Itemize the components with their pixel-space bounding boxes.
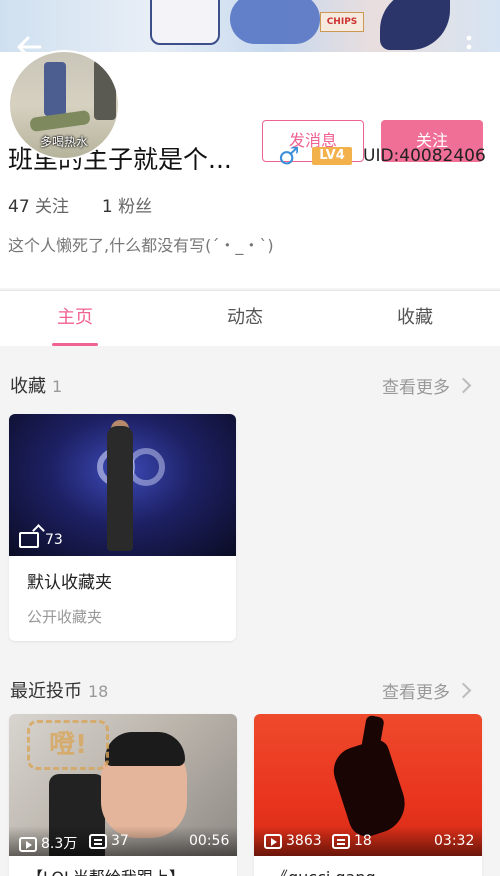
chevron-right-icon xyxy=(455,682,472,699)
video-thumbnail: 噔! 8.3万 37 00:56 xyxy=(9,714,237,856)
fans-label[interactable]: 粉丝 xyxy=(118,197,152,217)
danmaku-count-value: 18 xyxy=(354,833,372,849)
fans-count[interactable]: 1 xyxy=(102,197,113,217)
danmaku-count-value: 37 xyxy=(111,833,129,849)
tab-home[interactable]: 主页 xyxy=(15,291,135,347)
avatar-figure xyxy=(29,109,91,133)
video-thumbnail: 3863 18 03:32 xyxy=(254,714,482,856)
male-gender-icon: ♂ xyxy=(278,142,300,170)
folder-count-value: 73 xyxy=(45,532,63,548)
danmaku-count: 18 xyxy=(332,833,372,849)
favorites-see-more[interactable]: 查看更多 xyxy=(382,373,472,398)
favorites-count: 1 xyxy=(52,377,63,396)
danmaku-count: 37 xyxy=(89,833,129,849)
video-duration: 03:32 xyxy=(434,833,475,849)
recent-coins-title: 最近投币 xyxy=(10,681,82,702)
banner-art xyxy=(380,0,450,50)
play-icon xyxy=(19,836,37,852)
banner-art xyxy=(150,0,220,45)
avatar-caption: 多喝热水 xyxy=(39,135,88,149)
recent-coins-section-title: 最近投币 18 xyxy=(10,677,108,703)
active-tab-indicator xyxy=(52,343,98,346)
thumbnail-art xyxy=(107,426,133,551)
chevron-right-icon xyxy=(455,377,472,394)
bio-text: 这个人懒死了,什么都没有写(´・_・`) xyxy=(8,236,274,255)
avatar[interactable]: 多喝热水 xyxy=(8,50,120,160)
following-label[interactable]: 关注 xyxy=(35,197,69,217)
avatar-figure xyxy=(94,60,116,120)
play-icon xyxy=(264,833,282,849)
header-banner: CHIPS xyxy=(0,0,500,52)
banner-art xyxy=(230,0,320,44)
level-badge: LV4 xyxy=(312,147,352,165)
more-vertical-icon[interactable] xyxy=(460,34,478,62)
following-count[interactable]: 47 xyxy=(8,197,30,217)
see-more-label: 查看更多 xyxy=(382,378,450,398)
tab-dynamics[interactable]: 动态 xyxy=(185,291,305,347)
play-count: 8.3万 xyxy=(19,833,77,853)
video-meta: 3863 18 03:32 xyxy=(254,826,482,856)
banner-art-chips: CHIPS xyxy=(320,12,364,32)
danmaku-icon xyxy=(332,833,350,849)
danmaku-icon xyxy=(89,833,107,849)
favorites-title: 收藏 xyxy=(10,376,46,397)
folder-thumbnail: 73 xyxy=(9,414,236,556)
video-meta: 8.3万 37 00:56 xyxy=(9,826,237,856)
profile-header: 多喝热水 发消息 关注 班里的主子就是个... ♂ LV4 UID:400824… xyxy=(0,50,500,288)
uid-text: UID:40082406 xyxy=(363,146,486,166)
folder-visibility: 公开收藏夹 xyxy=(27,608,103,626)
play-count-value: 3863 xyxy=(286,833,322,849)
video-duration: 00:56 xyxy=(189,833,230,849)
video-title: 【LOL当帮给我跟上】 xyxy=(27,864,227,876)
play-count-value: 8.3万 xyxy=(41,836,78,852)
tab-favorites[interactable]: 收藏 xyxy=(355,291,475,347)
thumbnail-art xyxy=(105,732,185,766)
video-card[interactable]: 3863 18 03:32 《gucci gang xyxy=(254,714,482,876)
favorite-folder-card[interactable]: 73 默认收藏夹 公开收藏夹 xyxy=(9,414,236,641)
back-arrow-icon[interactable] xyxy=(12,30,46,64)
tab-bar: 主页 动态 收藏 xyxy=(0,290,500,346)
see-more-label: 查看更多 xyxy=(382,683,450,703)
favorites-section-title: 收藏 1 xyxy=(10,372,62,398)
thumbnail-sticker: 噔! xyxy=(27,720,109,770)
video-title: 《gucci gang xyxy=(272,864,472,876)
recent-coins-see-more[interactable]: 查看更多 xyxy=(382,678,472,703)
folder-name: 默认收藏夹 xyxy=(27,573,112,593)
folder-item-count: 73 xyxy=(19,532,63,548)
follow-stats: 47 关注 1 粉丝 xyxy=(8,192,152,217)
video-card[interactable]: 噔! 8.3万 37 00:56 【LOL当帮给我跟上】 xyxy=(9,714,237,876)
play-count: 3863 xyxy=(264,833,322,849)
folder-icon xyxy=(19,532,39,548)
recent-coins-count: 18 xyxy=(88,682,109,701)
avatar-figure xyxy=(44,62,66,116)
